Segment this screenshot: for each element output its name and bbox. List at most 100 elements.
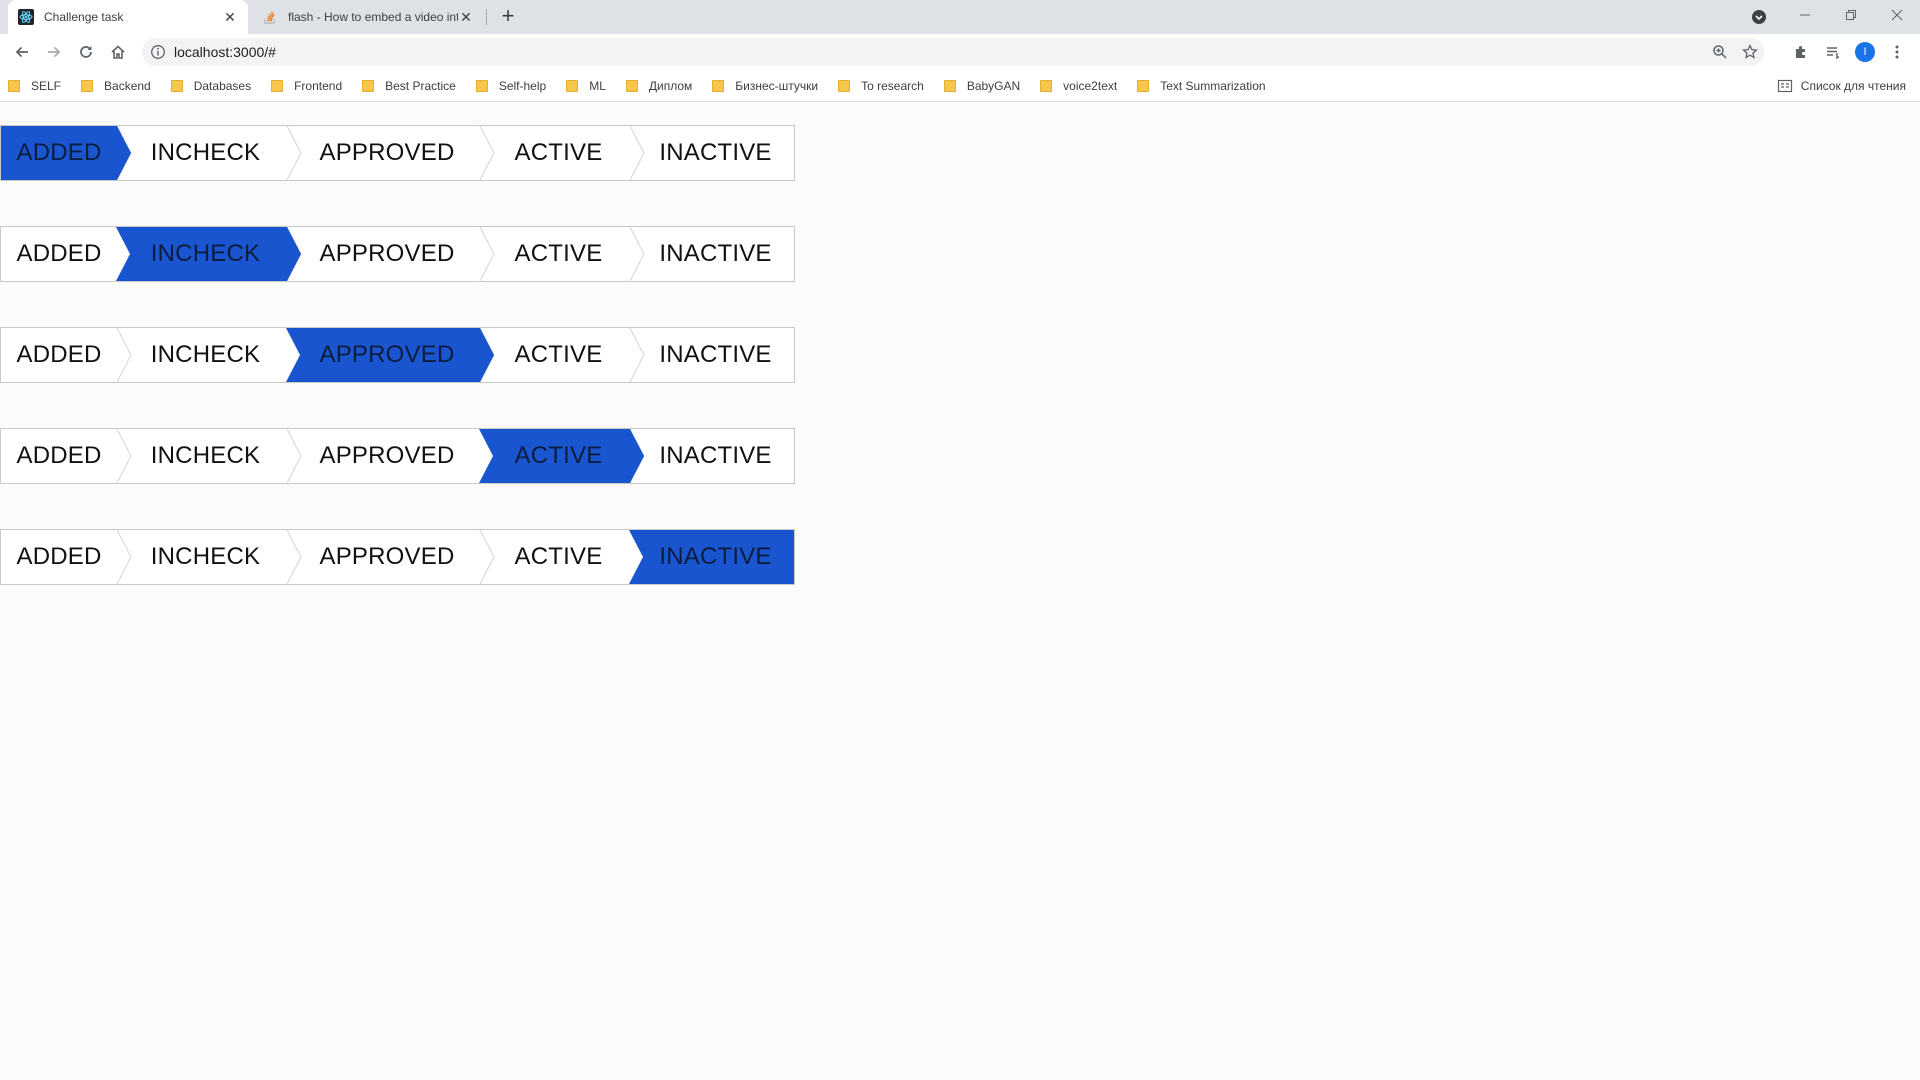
- step-added[interactable]: ADDED: [1, 126, 117, 180]
- close-window-icon[interactable]: [1874, 0, 1920, 30]
- reload-icon[interactable]: [72, 38, 100, 66]
- bookmark-item[interactable]: Self-help: [475, 79, 547, 93]
- reading-list-button[interactable]: Список для чтения: [1777, 70, 1906, 102]
- folder-icon: [362, 80, 375, 92]
- folder-icon: [170, 80, 183, 92]
- status-stepper: ADDED INCHECK APPROVED ACTIVE INACTIVE: [0, 327, 795, 383]
- bookmark-label: Self-help: [498, 79, 547, 93]
- address-bar[interactable]: localhost:3000/#: [142, 38, 1764, 66]
- folder-icon: [566, 80, 579, 92]
- bookmark-item[interactable]: Frontend: [271, 79, 342, 93]
- step-active[interactable]: ACTIVE: [487, 429, 630, 483]
- step-added[interactable]: ADDED: [1, 227, 117, 281]
- bookmark-item[interactable]: Databases: [170, 79, 252, 93]
- tab-flash[interactable]: flash - How to embed a video int ✕: [252, 0, 484, 34]
- step-approved[interactable]: APPROVED: [294, 126, 480, 180]
- react-icon: [18, 9, 34, 25]
- bookmark-label: SELF: [31, 79, 62, 93]
- minimize-icon[interactable]: [1782, 0, 1828, 30]
- folder-icon: [81, 80, 94, 92]
- bookmark-label: BabyGAN: [966, 79, 1021, 93]
- step-active[interactable]: ACTIVE: [487, 227, 630, 281]
- back-icon[interactable]: [8, 38, 36, 66]
- folder-icon: [625, 80, 638, 92]
- close-icon[interactable]: ✕: [458, 9, 474, 25]
- step-added[interactable]: ADDED: [1, 328, 117, 382]
- step-inactive[interactable]: INACTIVE: [637, 530, 794, 584]
- bookmark-item[interactable]: Best Practice: [362, 79, 456, 93]
- bookmark-item[interactable]: voice2text: [1040, 79, 1117, 93]
- status-steppers: ADDED INCHECK APPROVED ACTIVE INACTIVE ADDED I…: [0, 125, 795, 630]
- step-approved[interactable]: APPROVED: [294, 227, 480, 281]
- folder-icon: [271, 80, 284, 92]
- tab-title: Challenge task: [44, 10, 124, 24]
- bookmark-label: Backend: [104, 79, 151, 93]
- step-added[interactable]: ADDED: [1, 429, 117, 483]
- bookmark-item[interactable]: ML: [566, 79, 606, 93]
- step-incheck[interactable]: INCHECK: [124, 227, 287, 281]
- status-stepper: ADDED INCHECK APPROVED ACTIVE INACTIVE: [0, 125, 795, 181]
- bookmark-label: Диплом: [648, 79, 693, 93]
- menu-icon[interactable]: [1883, 38, 1911, 66]
- reading-list-label: Список для чтения: [1800, 79, 1906, 93]
- folder-icon: [475, 80, 488, 92]
- forward-icon[interactable]: [40, 38, 68, 66]
- bookmark-label: To research: [861, 79, 924, 93]
- step-inactive[interactable]: INACTIVE: [637, 227, 794, 281]
- status-stepper: ADDED INCHECK APPROVED ACTIVE INACTIVE: [0, 428, 795, 484]
- restore-icon[interactable]: [1828, 0, 1874, 30]
- close-icon[interactable]: ✕: [222, 9, 238, 25]
- home-icon[interactable]: [104, 38, 132, 66]
- bookmark-item[interactable]: Бизнес-штучки: [712, 79, 818, 93]
- bookmark-label: Text Summarization: [1160, 79, 1266, 93]
- extensions-icon[interactable]: [1787, 38, 1815, 66]
- step-inactive[interactable]: INACTIVE: [637, 429, 794, 483]
- zoom-icon[interactable]: [1712, 44, 1728, 60]
- tab-separator: [486, 9, 487, 25]
- tab-strip: Challenge task ✕ flash - How to embed a …: [0, 0, 1920, 34]
- folder-icon: [838, 80, 851, 92]
- step-active[interactable]: ACTIVE: [487, 328, 630, 382]
- folder-icon: [1040, 80, 1053, 92]
- bookmark-item[interactable]: BabyGAN: [943, 79, 1021, 93]
- bookmark-item[interactable]: Text Summarization: [1137, 79, 1266, 93]
- bookmarks-bar: SELF Backend Databases Frontend Best Practic…: [0, 70, 1920, 102]
- step-active[interactable]: ACTIVE: [487, 126, 630, 180]
- star-icon[interactable]: [1742, 43, 1758, 60]
- bookmark-label: voice2text: [1063, 79, 1118, 93]
- step-active[interactable]: ACTIVE: [487, 530, 630, 584]
- step-approved[interactable]: APPROVED: [294, 328, 480, 382]
- bookmark-label: Databases: [193, 79, 252, 93]
- tab-title: flash - How to embed a video int: [288, 10, 458, 24]
- reading-mode-icon[interactable]: [1819, 38, 1847, 66]
- bookmark-list: SELF Backend Databases Frontend Best Practic…: [8, 70, 1286, 102]
- profile-avatar[interactable]: I: [1851, 38, 1879, 66]
- step-inactive[interactable]: INACTIVE: [637, 328, 794, 382]
- browser-toolbar: localhost:3000/# I: [0, 34, 1920, 70]
- url-text: localhost:3000/#: [174, 44, 276, 60]
- bookmark-item[interactable]: SELF: [8, 79, 61, 93]
- step-incheck[interactable]: INCHECK: [124, 328, 287, 382]
- bookmark-item[interactable]: Backend: [81, 79, 151, 93]
- step-inactive[interactable]: INACTIVE: [637, 126, 794, 180]
- stackoverflow-icon: [262, 9, 278, 25]
- bookmark-label: Best Practice: [385, 79, 456, 93]
- step-incheck[interactable]: INCHECK: [124, 429, 287, 483]
- step-incheck[interactable]: INCHECK: [124, 126, 287, 180]
- tab-search-icon[interactable]: [1750, 8, 1768, 26]
- step-approved[interactable]: APPROVED: [294, 429, 480, 483]
- folder-icon: [943, 80, 956, 92]
- status-stepper: ADDED INCHECK APPROVED ACTIVE INACTIVE: [0, 226, 795, 282]
- bookmark-label: Бизнес-штучки: [735, 79, 819, 93]
- status-stepper: ADDED INCHECK APPROVED ACTIVE INACTIVE: [0, 529, 795, 585]
- bookmark-item[interactable]: To research: [838, 79, 924, 93]
- bookmark-label: Frontend: [294, 79, 343, 93]
- step-added[interactable]: ADDED: [1, 530, 117, 584]
- info-icon[interactable]: [150, 44, 166, 60]
- tab-challenge-task[interactable]: Challenge task ✕: [8, 0, 248, 34]
- step-incheck[interactable]: INCHECK: [124, 530, 287, 584]
- folder-icon: [712, 80, 725, 92]
- step-approved[interactable]: APPROVED: [294, 530, 480, 584]
- bookmark-item[interactable]: Диплом: [625, 79, 693, 93]
- new-tab-button[interactable]: +: [496, 5, 520, 29]
